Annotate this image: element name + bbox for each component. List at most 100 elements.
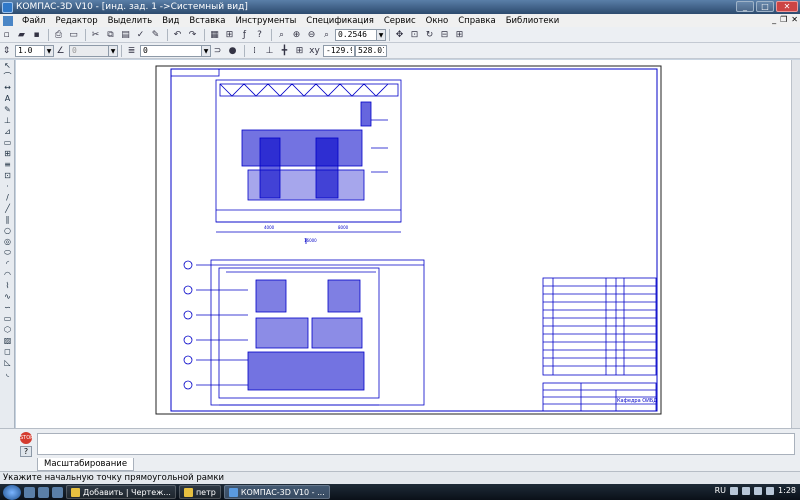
associative-icon[interactable]: ⊞ — [2, 149, 13, 158]
menu-libraries[interactable]: Библиотеки — [501, 16, 565, 26]
refresh-icon[interactable]: ↻ — [423, 28, 436, 41]
layers-icon[interactable]: ≣ — [125, 44, 138, 57]
zoom-scale-icon[interactable]: ⌕ — [320, 28, 333, 41]
local-cs-icon[interactable]: ⊥ — [263, 44, 276, 57]
geometry-icon[interactable]: ⌒ — [2, 72, 13, 81]
layer-dropdown-arrow[interactable]: ▼ — [109, 44, 118, 57]
style-field[interactable] — [140, 44, 202, 57]
format-painter-icon[interactable]: ✎ — [149, 28, 162, 41]
circle-tangent-icon[interactable]: ◎ — [2, 237, 13, 246]
zoom-in-icon[interactable]: ⊕ — [290, 28, 303, 41]
pan-icon[interactable]: ✥ — [393, 28, 406, 41]
taskbar-item-active[interactable]: КОМПАС-3D V10 - ... — [223, 485, 330, 499]
vertical-scrollbar[interactable] — [791, 60, 800, 428]
coord-x-field[interactable] — [323, 44, 355, 57]
properties-icon[interactable]: ✓ — [134, 28, 147, 41]
volume-icon[interactable] — [766, 486, 775, 495]
help-button[interactable]: ? — [20, 446, 32, 457]
taskbar-item[interactable]: Добавить | Чертеж... — [66, 485, 176, 499]
point-icon[interactable]: · — [2, 182, 13, 191]
report-icon[interactable]: ⊡ — [2, 171, 13, 180]
rectangle-icon[interactable]: ▭ — [2, 314, 13, 323]
language-indicator[interactable]: RU — [715, 486, 726, 495]
bezier-icon[interactable]: ∽ — [2, 303, 13, 312]
redo-icon[interactable]: ↷ — [186, 28, 199, 41]
contour-icon[interactable]: ◻ — [2, 347, 13, 356]
line-icon[interactable]: / — [2, 193, 13, 202]
menu-service[interactable]: Сервис — [379, 16, 421, 26]
fillet-icon[interactable]: ◟ — [2, 369, 13, 378]
arc-3pt-icon[interactable]: ◠ — [2, 270, 13, 279]
quicklaunch-icon[interactable] — [52, 486, 63, 498]
quicklaunch-icon[interactable] — [38, 486, 49, 498]
edit-icon[interactable]: ✎ — [2, 105, 13, 114]
tab-zoom[interactable]: Масштабирование — [37, 458, 135, 471]
zoom-value-field[interactable] — [335, 28, 377, 41]
zoom-window-icon[interactable]: ⌕ — [275, 28, 288, 41]
menu-specification[interactable]: Спецификация — [301, 16, 379, 26]
polygon-icon[interactable]: ⬡ — [2, 325, 13, 334]
menu-editor[interactable]: Редактор — [50, 16, 102, 26]
close-button[interactable]: ✕ — [776, 1, 798, 12]
polyline-icon[interactable]: ⌇ — [2, 281, 13, 290]
snap-icon[interactable]: ⊟ — [438, 28, 451, 41]
menu-help[interactable]: Справка — [453, 16, 500, 26]
circle-icon[interactable]: ○ — [2, 226, 13, 235]
manager-icon[interactable]: ▦ — [208, 28, 221, 41]
color-icon[interactable]: ● — [226, 44, 239, 57]
ortho-snap-icon[interactable]: ⊞ — [293, 44, 306, 57]
show-all-icon[interactable]: ⊡ — [408, 28, 421, 41]
style-dropdown-arrow[interactable]: ▼ — [202, 44, 211, 57]
zoom-out-icon[interactable]: ⊖ — [305, 28, 318, 41]
new-document-icon[interactable]: ▫ — [0, 28, 13, 41]
ellipse-icon[interactable]: ⬭ — [2, 248, 13, 257]
doc-restore-button[interactable]: ❐ — [780, 15, 787, 24]
orthogonal-icon[interactable]: ╋ — [278, 44, 291, 57]
doc-close-button[interactable]: ✕ — [791, 15, 798, 24]
parallel-line-icon[interactable]: ∥ — [2, 215, 13, 224]
select-tool-icon[interactable]: ↖ — [2, 61, 13, 70]
segment-icon[interactable]: ╱ — [2, 204, 13, 213]
dimensions-icon[interactable]: ↔ — [2, 83, 13, 92]
document-icon[interactable] — [3, 15, 13, 26]
property-panel-field[interactable] — [37, 433, 795, 455]
menu-window[interactable]: Окно — [421, 16, 454, 26]
preview-icon[interactable]: ▭ — [67, 28, 80, 41]
spline-icon[interactable]: ∿ — [2, 292, 13, 301]
function-icon[interactable]: ƒ — [238, 28, 251, 41]
variables-icon[interactable]: ⊞ — [223, 28, 236, 41]
layer-field[interactable] — [69, 44, 109, 57]
menu-tools[interactable]: Инструменты — [230, 16, 301, 26]
select-icon[interactable]: ▭ — [2, 138, 13, 147]
stop-command-button[interactable]: STOP — [20, 432, 33, 444]
print-icon[interactable]: ⎙ — [52, 28, 65, 41]
chamfer-icon[interactable]: ◺ — [2, 358, 13, 367]
zoom-dropdown-arrow[interactable]: ▼ — [377, 28, 386, 41]
undo-icon[interactable]: ↶ — [171, 28, 184, 41]
hatch-icon[interactable]: ▨ — [2, 336, 13, 345]
symbols-icon[interactable]: A — [2, 94, 13, 103]
maximize-button[interactable]: □ — [756, 1, 774, 12]
grid-icon[interactable]: ⊞ — [453, 28, 466, 41]
menu-insert[interactable]: Вставка — [184, 16, 230, 26]
tray-icon[interactable] — [730, 486, 739, 495]
step-field[interactable] — [15, 44, 45, 57]
save-icon[interactable]: ▪ — [30, 28, 43, 41]
magnet-icon[interactable]: ⊃ — [211, 44, 224, 57]
arc-icon[interactable]: ◜ — [2, 259, 13, 268]
spec-icon[interactable]: ≡ — [2, 160, 13, 169]
coord-y-field[interactable] — [355, 44, 387, 57]
taskbar-item[interactable]: петр — [178, 485, 221, 499]
copy-icon[interactable]: ⧉ — [104, 28, 117, 41]
network-icon[interactable] — [754, 486, 763, 495]
step-dropdown-arrow[interactable]: ▼ — [45, 44, 54, 57]
tray-icon[interactable] — [742, 486, 751, 495]
grid-toggle-icon[interactable]: ⁞ — [248, 44, 261, 57]
help-pointer-icon[interactable]: ? — [253, 28, 266, 41]
menu-select[interactable]: Выделить — [103, 16, 158, 26]
parametrization-icon[interactable]: ⊥ — [2, 116, 13, 125]
menu-view[interactable]: Вид — [157, 16, 184, 26]
angle-icon[interactable]: ∠ — [54, 44, 67, 57]
start-button[interactable] — [3, 484, 21, 500]
quicklaunch-icon[interactable] — [24, 486, 35, 498]
